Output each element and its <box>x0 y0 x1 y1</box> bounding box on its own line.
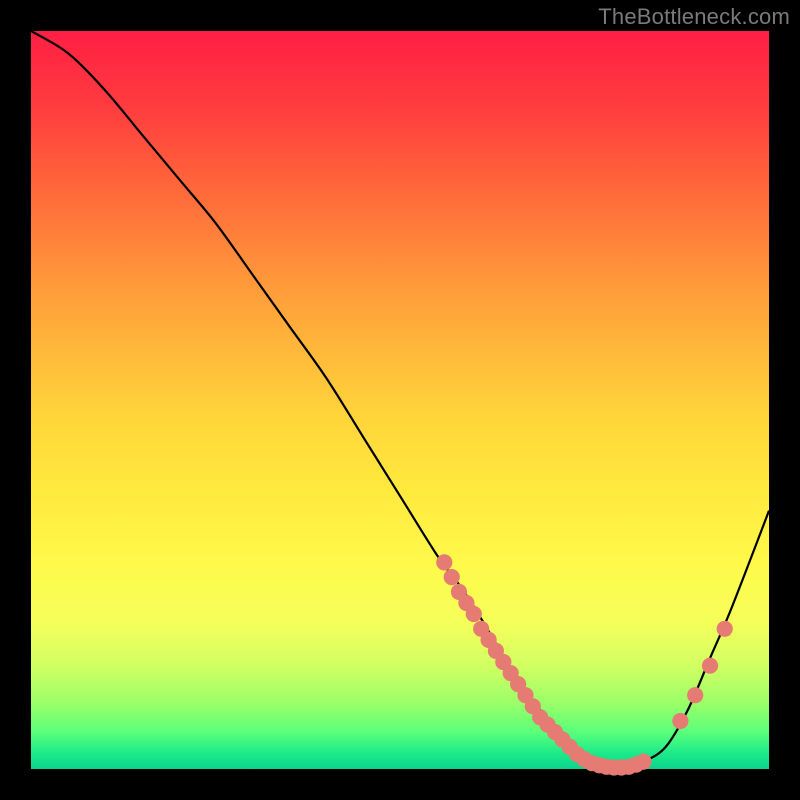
curve-marker-dot <box>436 554 452 570</box>
chart-svg <box>31 31 769 769</box>
curve-marker-dot <box>672 713 688 729</box>
chart-plot-area <box>31 31 769 769</box>
curve-marker-dot <box>717 621 733 637</box>
curve-marker-dot <box>444 569 460 585</box>
curve-marker-dot <box>702 658 718 674</box>
bottleneck-curve <box>31 31 769 769</box>
curve-marker-dot <box>466 606 482 622</box>
curve-marker-dot <box>687 687 703 703</box>
watermark-text: TheBottleneck.com <box>598 4 790 30</box>
curve-marker-dot <box>635 754 651 770</box>
curve-markers <box>436 554 733 775</box>
